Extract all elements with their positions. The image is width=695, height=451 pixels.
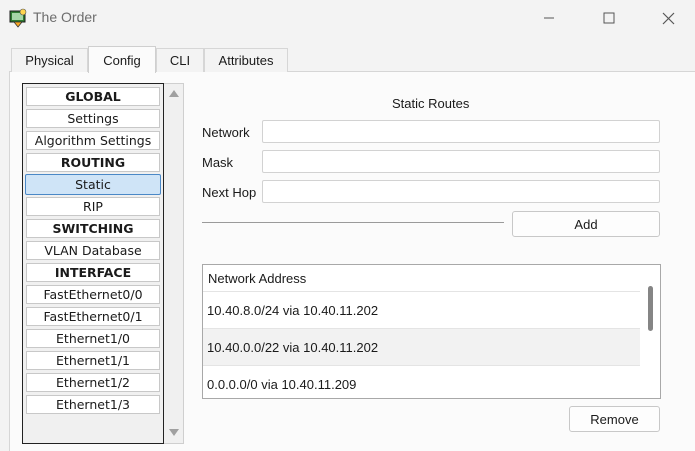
sidebar-item-fastethernet0-1[interactable]: FastEthernet0/1 [26,307,160,326]
route-row[interactable]: 10.40.8.0/24 via 10.40.11.202 [203,291,640,328]
next-hop-label: Next Hop [202,185,257,200]
add-button[interactable]: Add [512,211,660,237]
route-row[interactable]: 0.0.0.0/0 via 10.40.11.209 [203,365,640,398]
remove-button[interactable]: Remove [569,406,660,432]
close-button[interactable] [645,0,691,36]
route-list-scrollbar[interactable] [640,265,660,398]
tab-physical[interactable]: Physical [11,48,88,72]
minimize-icon [544,17,554,19]
app-icon [9,8,27,28]
maximize-icon [603,12,615,24]
scroll-thumb[interactable] [648,286,653,331]
sidebar-item-ethernet1-0[interactable]: Ethernet1/0 [26,329,160,348]
sidebar-item-vlan-database[interactable]: VLAN Database [26,241,160,260]
tab-config[interactable]: Config [88,46,156,73]
sidebar-header-global: GLOBAL [26,87,160,106]
sidebar-item-ethernet1-3[interactable]: Ethernet1/3 [26,395,160,414]
sidebar-header-routing: ROUTING [26,153,160,172]
maximize-button[interactable] [586,0,632,36]
list-header: Network Address [208,271,307,286]
sidebar-header-interface: INTERFACE [26,263,160,282]
scroll-up-icon[interactable] [169,90,179,97]
minimize-button[interactable] [526,0,572,36]
window-title: The Order [33,9,97,25]
sidebar-header-switching: SWITCHING [26,219,160,238]
divider [202,222,504,223]
sidebar-item-static[interactable]: Static [25,174,161,195]
close-icon [662,12,674,24]
network-input[interactable] [262,120,660,143]
sidebar-item-rip[interactable]: RIP [26,197,160,216]
route-row[interactable]: 10.40.0.0/22 via 10.40.11.202 [203,328,640,365]
next-hop-input[interactable] [262,180,660,203]
static-routes-title: Static Routes [392,96,470,111]
title-bar: The Order [0,0,695,36]
tab-attributes[interactable]: Attributes [204,48,288,72]
sidebar-item-fastethernet0-0[interactable]: FastEthernet0/0 [26,285,160,304]
route-list[interactable]: Network Address 10.40.8.0/24 via 10.40.1… [202,264,661,399]
mask-label: Mask [202,155,234,170]
sidebar-item-ethernet1-2[interactable]: Ethernet1/2 [26,373,160,392]
scroll-down-icon[interactable] [169,429,179,436]
sidebar-scrollbar[interactable] [164,83,184,444]
mask-input[interactable] [262,150,660,173]
sidebar-item-ethernet1-1[interactable]: Ethernet1/1 [26,351,160,370]
tab-cli[interactable]: CLI [156,48,204,72]
sidebar-item-algorithm-settings[interactable]: Algorithm Settings [26,131,160,150]
sidebar-item-settings[interactable]: Settings [26,109,160,128]
network-label: Network [202,125,250,140]
